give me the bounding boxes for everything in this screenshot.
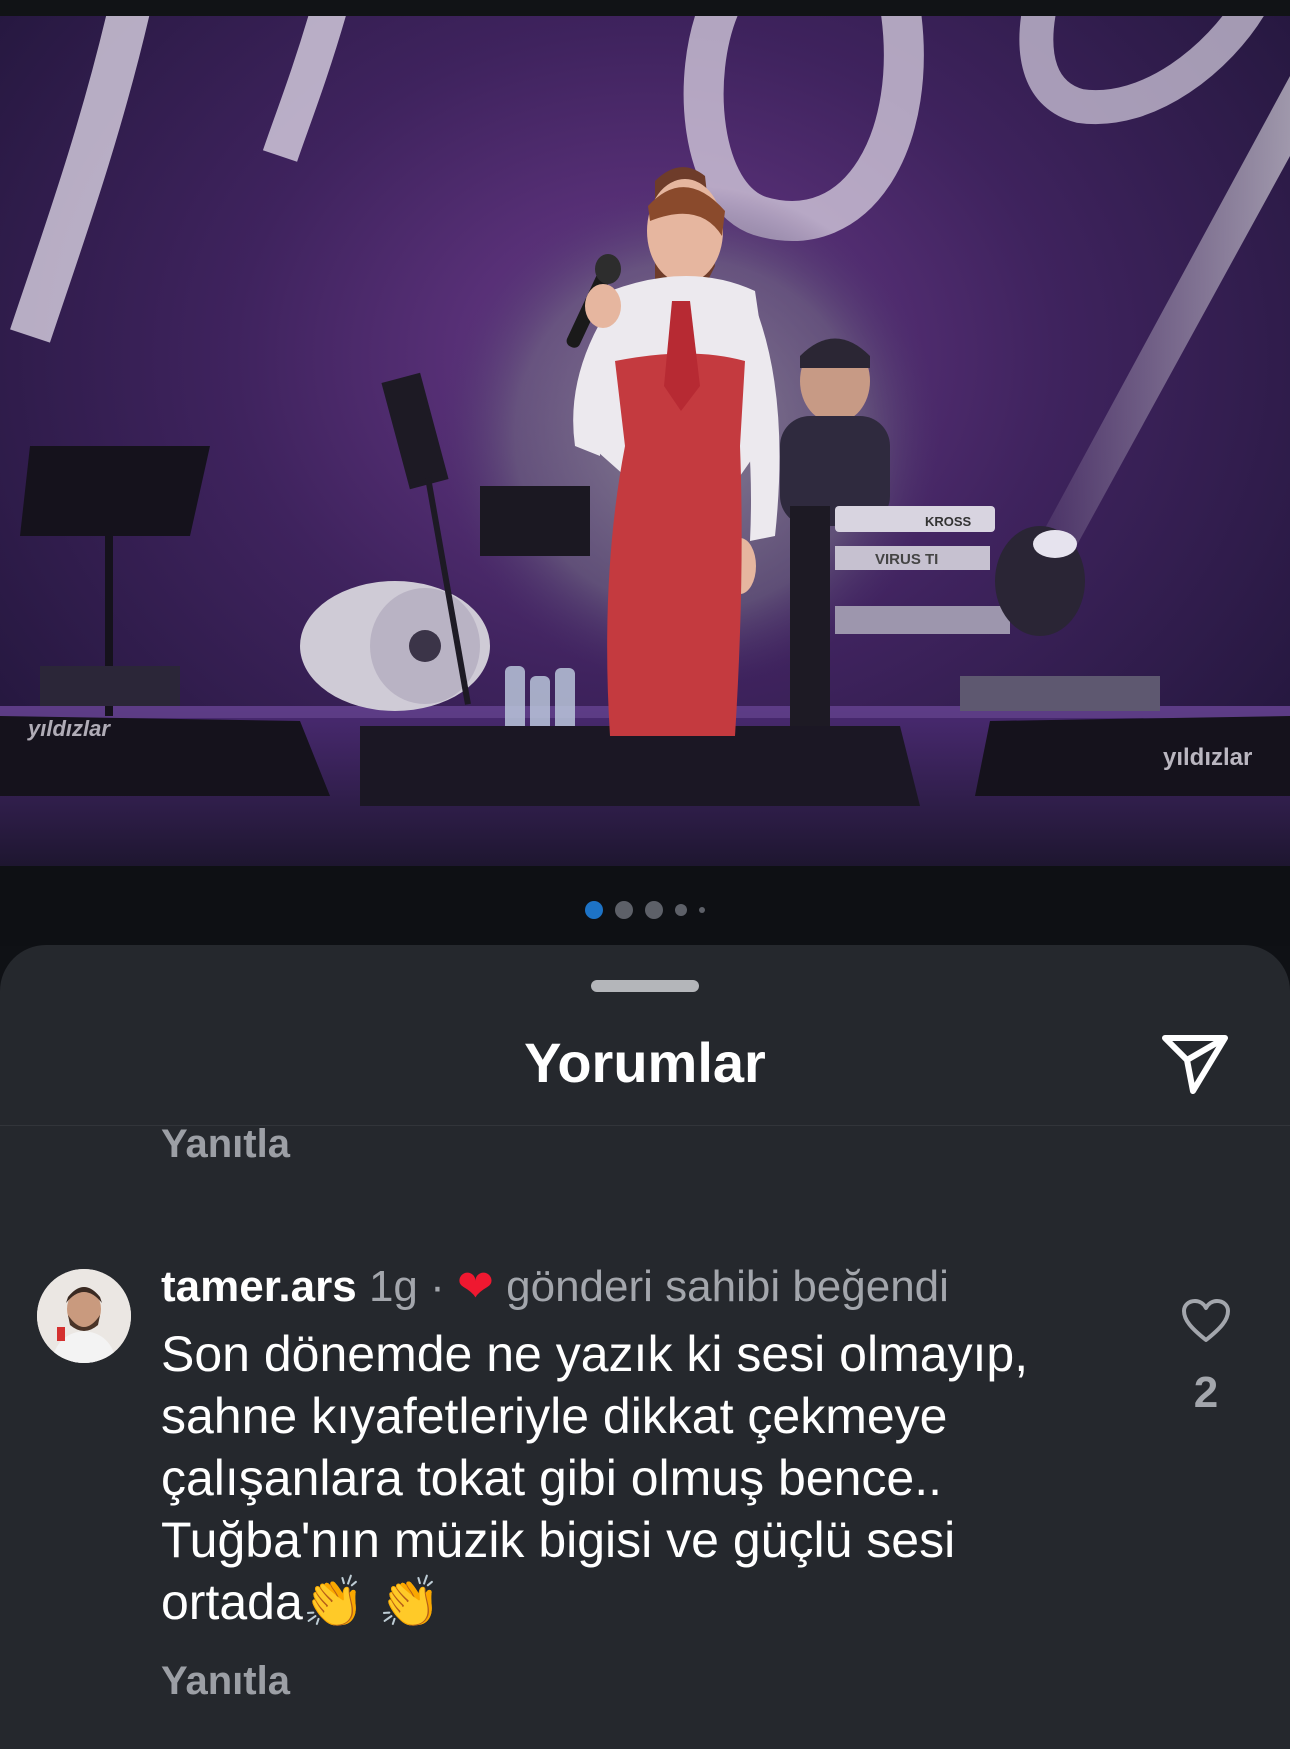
- reply-button-previous[interactable]: Yanıtla: [161, 1115, 290, 1173]
- comment-username[interactable]: tamer.ars: [161, 1262, 357, 1311]
- carousel-page-indicator: [0, 900, 1290, 920]
- like-count: 2: [1193, 1368, 1219, 1417]
- keyboard-brand-kross: KROSS: [925, 514, 972, 529]
- page-dot-5: [699, 907, 705, 913]
- keyboard-brand-virus: VIRUS TI: [875, 551, 938, 568]
- reply-button[interactable]: Yanıtla: [161, 1652, 290, 1710]
- page-dot-3: [645, 901, 663, 919]
- sheet-grabber[interactable]: [591, 980, 699, 992]
- comments-sheet: Yorumlar Yanıtla tamer.ars 1g · ❤ gönder…: [0, 945, 1290, 1749]
- page-dot-1: [585, 901, 603, 919]
- comment-time: 1g: [368, 1262, 418, 1311]
- status-bar: [0, 0, 1290, 16]
- author-liked-label: gönderi sahibi beğendi: [506, 1262, 949, 1311]
- heart-outline-icon: [1182, 1299, 1230, 1342]
- share-button[interactable]: [1158, 1027, 1232, 1101]
- post-photo[interactable]: KROSS VIRUS TI yıldızlar yıldızlar: [0, 16, 1290, 866]
- sheet-title: Yorumlar: [524, 1031, 766, 1094]
- page-dot-2: [615, 901, 633, 919]
- watermark-left: yıldızlar: [28, 716, 110, 741]
- author-liked-heart-icon: ❤: [457, 1262, 494, 1311]
- send-icon: [1162, 1035, 1228, 1094]
- avatar[interactable]: [37, 1269, 131, 1363]
- like-button[interactable]: [1180, 1295, 1232, 1347]
- comment-text: Son dönemde ne yazık ki sesi olmayıp, sa…: [161, 1326, 1029, 1630]
- comment-meta: tamer.ars 1g · ❤ gönderi sahibi beğendi: [161, 1257, 1141, 1317]
- page-dot-4: [675, 904, 687, 916]
- meta-separator: ·: [430, 1262, 445, 1311]
- watermark-right: yıldızlar: [1163, 744, 1253, 771]
